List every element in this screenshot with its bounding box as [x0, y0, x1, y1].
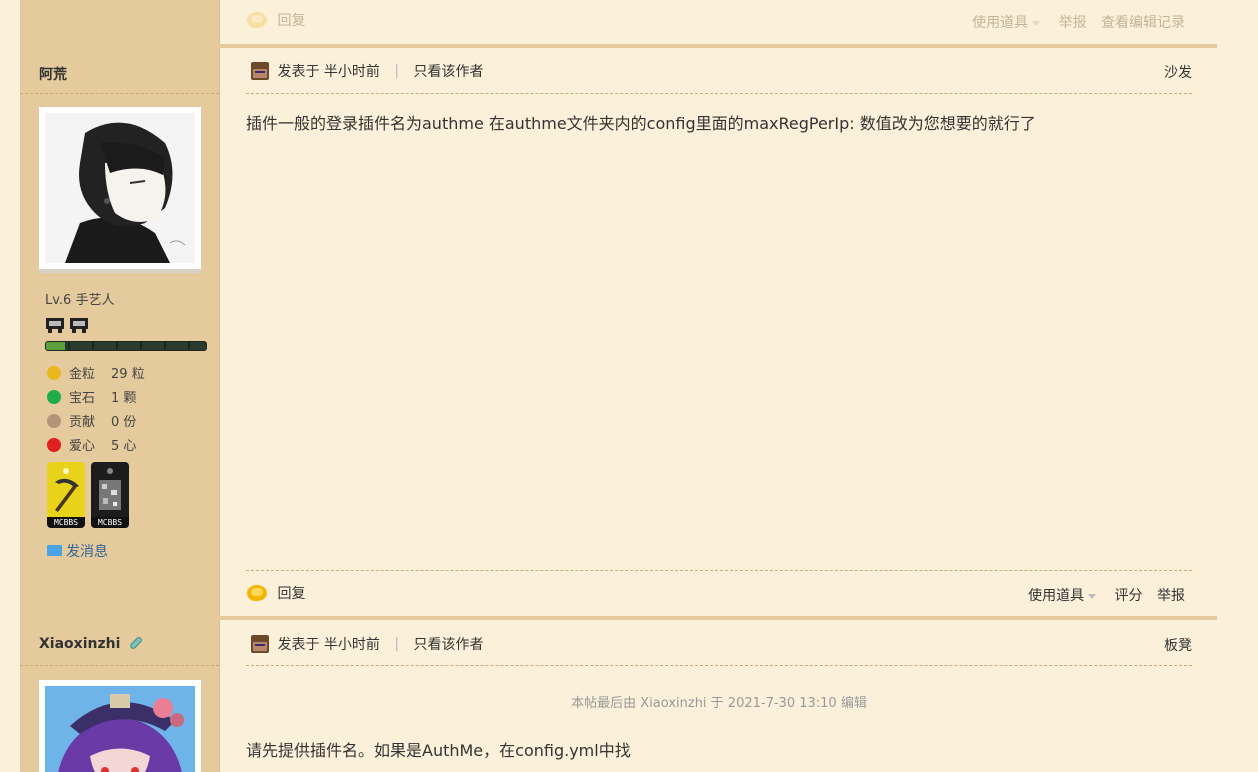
- post1-group-icons: [45, 315, 91, 339]
- post1-meta: 发表于 半小时前 | 只看该作者: [251, 61, 484, 81]
- envelope-icon: [47, 545, 62, 556]
- prev-use-item-button[interactable]: 使用道具: [972, 15, 1041, 31]
- stat-gem: 宝石 1 颗: [47, 387, 136, 406]
- steve-head-icon: [251, 635, 269, 653]
- post1-main: 发表于 半小时前 | 只看该作者 沙发 插件一般的登录插件名为authme 在a…: [221, 48, 1217, 616]
- gold-nugget-icon: [47, 366, 61, 380]
- post2-main: 发表于 半小时前 | 只看该作者 板凳 本帖最后由 Xiaoxinzhi 于 2…: [221, 620, 1217, 772]
- post2-only-author-link[interactable]: 只看该作者: [414, 637, 484, 653]
- prev-post-sidebar: [20, 0, 220, 44]
- medal-caption: MCBBS: [91, 517, 129, 528]
- send-message-link[interactable]: 发消息: [47, 541, 108, 561]
- post1-exp-bar: [45, 341, 207, 351]
- post1-floor-label[interactable]: 沙发: [1164, 62, 1192, 82]
- contribution-icon: [47, 414, 61, 428]
- heart-apple-icon: [47, 438, 61, 452]
- prev-reply-button[interactable]: 回复: [247, 10, 305, 30]
- thread-container: 回复 使用道具 举报 查看编辑记录 阿荒 Lv.6 手艺人 金粒 29 粒 宝石…: [20, 0, 1217, 772]
- stat-gold: 金粒 29 粒: [47, 363, 145, 382]
- anime-boy-avatar-icon: [45, 113, 195, 263]
- stat-contribution: 贡献 0 份: [47, 411, 136, 430]
- medal-pickaxe[interactable]: MCBBS: [47, 462, 85, 528]
- pickaxe-icon: [55, 468, 79, 512]
- use-item-button[interactable]: 使用道具: [1028, 588, 1097, 604]
- post1-user-level: Lv.6 手艺人: [45, 293, 115, 308]
- post2-author-sidebar: Xiaoxinzhi: [20, 620, 220, 772]
- prev-post-footer: 回复 使用道具 举报 查看编辑记录: [221, 0, 1217, 44]
- post2-author-header: Xiaoxinzhi: [20, 620, 219, 666]
- minecart-icon: [46, 318, 88, 333]
- post1-author-name[interactable]: 阿荒: [39, 64, 67, 84]
- prev-post-actions: 使用道具 举报 查看编辑记录: [972, 12, 1185, 32]
- post2-floor-label[interactable]: 板凳: [1164, 635, 1192, 655]
- post1-reply-button[interactable]: 回复: [247, 583, 305, 603]
- reply-bubble-icon: [247, 12, 267, 28]
- medal-caption: MCBBS: [47, 517, 85, 528]
- stat-love: 爱心 5 心: [47, 435, 136, 454]
- reply-bubble-icon: [247, 585, 267, 601]
- post2-content: 请先提供插件名。如果是AuthMe，在config.yml中找: [246, 741, 631, 760]
- medal-ore[interactable]: MCBBS: [91, 462, 129, 528]
- post2-edit-note: 本帖最后由 Xiaoxinzhi 于 2021-7-30 13:10 编辑: [571, 696, 867, 711]
- post1-author-sidebar: 阿荒 Lv.6 手艺人 金粒 29 粒 宝石 1 颗 贡献 0 份 爱心 5 心…: [20, 48, 220, 616]
- post1-footer-line: [246, 570, 1192, 571]
- post1-posted-time: 发表于 半小时前: [277, 64, 380, 80]
- pill-badge-icon: [129, 635, 144, 651]
- post1-content: 插件一般的登录插件名为authme 在authme文件夹内的config里面的m…: [246, 114, 1036, 133]
- ore-block-icon: [99, 468, 121, 510]
- post1-actions: 使用道具 评分 举报: [1028, 585, 1185, 605]
- post1-author-header: 阿荒: [20, 48, 219, 94]
- report-button[interactable]: 举报: [1157, 588, 1185, 604]
- post1-avatar[interactable]: [39, 107, 201, 273]
- post2-meta: 发表于 半小时前 | 只看该作者: [251, 634, 484, 654]
- prev-edit-history-link[interactable]: 查看编辑记录: [1101, 15, 1185, 31]
- prev-report-button[interactable]: 举报: [1059, 15, 1087, 31]
- chevron-down-icon: [1032, 20, 1041, 26]
- emerald-icon: [47, 390, 61, 404]
- post2-posted-time: 发表于 半小时前: [277, 637, 380, 653]
- post1-only-author-link[interactable]: 只看该作者: [414, 64, 484, 80]
- post2-avatar[interactable]: [39, 680, 201, 772]
- steve-head-icon: [251, 62, 269, 80]
- chevron-down-icon: [1088, 593, 1097, 599]
- prev-reply-label: 回复: [277, 13, 306, 29]
- rate-button[interactable]: 评分: [1115, 588, 1143, 604]
- anime-girl-avatar-icon: [45, 686, 195, 772]
- post2-author-name[interactable]: Xiaoxinzhi: [39, 635, 144, 652]
